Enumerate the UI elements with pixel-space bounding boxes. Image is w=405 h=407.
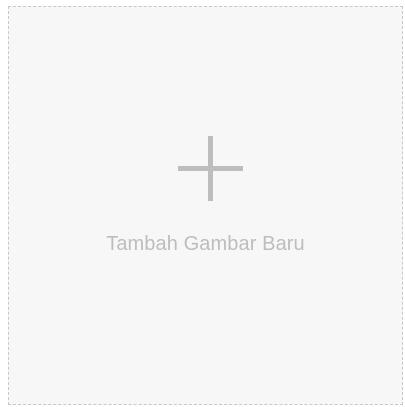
- add-image-label: Tambah Gambar Baru: [106, 233, 305, 255]
- plus-icon-vertical-bar: [208, 136, 213, 201]
- plus-icon: [178, 136, 243, 201]
- add-image-dropzone[interactable]: Tambah Gambar Baru: [8, 6, 403, 405]
